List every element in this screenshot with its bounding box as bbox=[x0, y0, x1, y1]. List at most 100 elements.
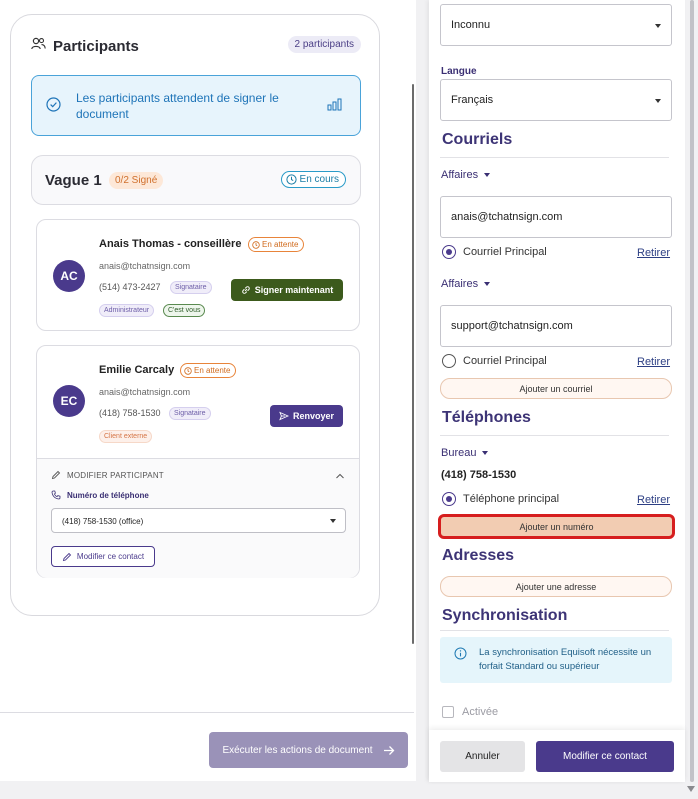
avatar: AC bbox=[53, 260, 85, 292]
modify-contact-label: Modifier ce contact bbox=[76, 552, 145, 561]
clock-icon bbox=[184, 366, 192, 375]
chevron-down-icon bbox=[655, 99, 661, 103]
primary-email-radio[interactable]: Courriel Principal bbox=[442, 354, 547, 368]
phones-section-title: Téléphones bbox=[442, 409, 531, 426]
participant-phone: (514) 473-2427 bbox=[99, 282, 161, 292]
pencil-icon bbox=[51, 470, 61, 480]
signed-count-badge: 0/2 Signé bbox=[109, 172, 164, 189]
participant-name: Anais Thomas - conseillère bbox=[99, 238, 242, 250]
add-address-button[interactable]: Ajouter une adresse bbox=[440, 576, 672, 597]
sync-enabled-label: Activée bbox=[462, 706, 499, 718]
primary-email-label: Courriel Principal bbox=[463, 246, 547, 258]
section-divider bbox=[440, 630, 669, 631]
pending-status-label: En attente bbox=[262, 240, 299, 249]
chevron-down-icon bbox=[330, 519, 336, 523]
radio-selected-icon[interactable] bbox=[442, 492, 456, 506]
wave-status-label: En cours bbox=[299, 174, 339, 185]
email-field-value: support@tchatnsign.com bbox=[451, 320, 573, 332]
role-tag: Signataire bbox=[169, 407, 211, 420]
link-icon bbox=[241, 286, 250, 294]
add-phone-button[interactable]: Ajouter un numéro bbox=[438, 514, 675, 539]
remove-email-link[interactable]: Retirer bbox=[637, 356, 670, 368]
chevron-up-icon[interactable] bbox=[335, 467, 345, 485]
caret-down-icon bbox=[484, 282, 491, 286]
pending-status-label: En attente bbox=[194, 366, 231, 375]
sync-enabled-checkbox[interactable]: Activée bbox=[442, 706, 498, 718]
info-icon bbox=[454, 647, 467, 665]
email-type-dropdown[interactable]: Affaires bbox=[441, 278, 491, 290]
edit-participant-section: MODIFIER PARTICIPANT Numéro de téléphone… bbox=[37, 458, 359, 578]
check-circle-icon bbox=[46, 97, 61, 117]
participants-count-badge: 2 participants bbox=[287, 36, 361, 53]
remove-phone-link[interactable]: Retirer bbox=[637, 494, 670, 506]
language-select-value: Français bbox=[451, 94, 494, 106]
primary-phone-radio[interactable]: Téléphone principal bbox=[442, 492, 559, 506]
scroll-down-icon[interactable] bbox=[687, 786, 695, 792]
email-type-label: Affaires bbox=[441, 169, 479, 181]
participant-card: EC Emilie Carcaly En attente anais@tchat… bbox=[36, 345, 360, 578]
email-type-label: Affaires bbox=[441, 278, 479, 290]
role-tag: Administrateur bbox=[99, 304, 155, 317]
sign-now-label: Signer maintenant bbox=[254, 285, 334, 295]
sync-info-banner: La synchronisation Equisoft nécessite un… bbox=[440, 637, 672, 683]
primary-phone-label: Téléphone principal bbox=[463, 493, 560, 505]
wave-title: Vague 1 bbox=[45, 172, 102, 189]
participant-email: anais@tchatnsign.com bbox=[99, 261, 191, 271]
wave-header: Vague 1 0/2 Signé En cours bbox=[31, 155, 361, 205]
phone-type-label: Bureau bbox=[441, 447, 477, 459]
footer-divider bbox=[0, 712, 414, 713]
resend-button[interactable]: Renvoyer bbox=[270, 405, 343, 427]
pending-status-badge: En attente bbox=[248, 237, 305, 252]
cancel-label: Annuler bbox=[465, 751, 500, 762]
resend-label: Renvoyer bbox=[292, 411, 335, 421]
language-label: Langue bbox=[441, 66, 477, 77]
execute-actions-label: Exécuter les actions de document bbox=[222, 744, 373, 756]
left-scrollbar[interactable] bbox=[412, 84, 414, 644]
modify-contact-button[interactable]: Modifier ce contact bbox=[51, 546, 155, 567]
radio-selected-icon[interactable] bbox=[442, 245, 456, 259]
save-contact-button[interactable]: Modifier ce contact bbox=[536, 741, 674, 772]
clock-icon bbox=[285, 174, 297, 185]
add-phone-label: Ajouter un numéro bbox=[519, 521, 594, 532]
phone-number-label-text: Numéro de téléphone bbox=[67, 490, 149, 500]
add-email-label: Ajouter un courriel bbox=[519, 383, 593, 394]
section-divider bbox=[440, 157, 669, 158]
phone-type-dropdown[interactable]: Bureau bbox=[441, 447, 489, 459]
radio-unselected-icon[interactable] bbox=[442, 354, 456, 368]
caret-down-icon bbox=[484, 173, 491, 177]
remove-email-link[interactable]: Retirer bbox=[637, 247, 670, 259]
sync-section-title: Synchronisation bbox=[442, 607, 568, 624]
phone-number-value: (418) 758-1530 bbox=[441, 469, 517, 481]
send-icon bbox=[279, 411, 289, 421]
edit-participant-header[interactable]: MODIFIER PARTICIPANT bbox=[51, 470, 164, 480]
pending-status-badge: En attente bbox=[180, 363, 237, 378]
phone-number-select[interactable]: (418) 758-1530 (office) bbox=[51, 508, 346, 533]
phone-number-select-value: (418) 758-1530 (office) bbox=[62, 517, 144, 526]
participant-email: anais@tchatnsign.com bbox=[99, 387, 191, 397]
participant-name: Emilie Carcaly bbox=[99, 364, 175, 376]
participants-title: Participants bbox=[53, 37, 139, 55]
sync-info-text: La synchronisation Equisoft nécessite un… bbox=[479, 647, 652, 672]
participants-card: Participants 2 participants Les particip… bbox=[10, 14, 380, 616]
section-divider bbox=[440, 435, 669, 436]
email-field[interactable]: anais@tchatnsign.com bbox=[440, 196, 672, 238]
primary-email-radio[interactable]: Courriel Principal bbox=[442, 245, 547, 259]
waiting-info-banner: Les participants attendent de signer le … bbox=[31, 75, 361, 136]
drawer-scrollbar-thumb[interactable] bbox=[690, 0, 694, 782]
email-field[interactable]: support@tchatnsign.com bbox=[440, 305, 672, 347]
checkbox-icon[interactable] bbox=[442, 706, 454, 718]
avatar: EC bbox=[53, 385, 85, 417]
addresses-section-title: Adresses bbox=[442, 547, 515, 564]
edit-participant-title: MODIFIER PARTICIPANT bbox=[67, 470, 164, 480]
language-select[interactable]: Français bbox=[440, 79, 672, 121]
email-type-dropdown[interactable]: Affaires bbox=[441, 169, 491, 181]
add-email-button[interactable]: Ajouter un courriel bbox=[440, 378, 672, 399]
cancel-button[interactable]: Annuler bbox=[440, 741, 525, 772]
execute-actions-button[interactable]: Exécuter les actions de document bbox=[209, 732, 408, 768]
sign-now-button[interactable]: Signer maintenant bbox=[231, 279, 343, 301]
pencil-icon bbox=[62, 552, 72, 561]
gender-select[interactable]: Inconnu bbox=[440, 4, 672, 46]
caret-down-icon bbox=[482, 451, 489, 455]
external-client-tag: Client externe bbox=[99, 430, 153, 443]
waiting-info-text: Les participants attendent de signer le … bbox=[76, 91, 279, 121]
